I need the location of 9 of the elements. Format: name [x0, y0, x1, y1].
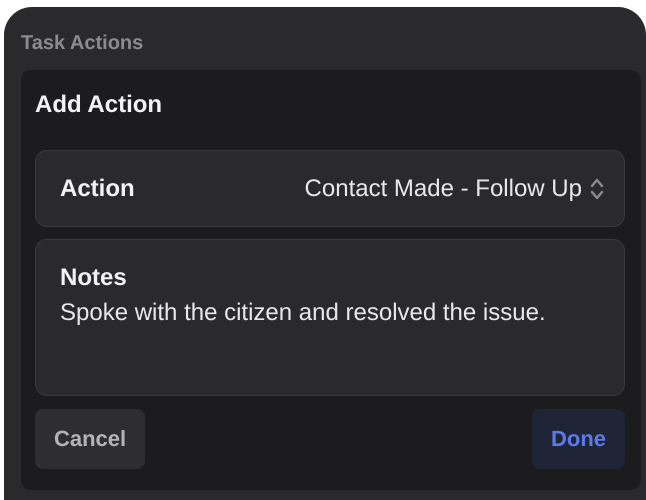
notes-label: Notes — [60, 263, 127, 293]
action-label: Action — [60, 174, 135, 202]
cancel-button[interactable]: Cancel — [35, 409, 146, 469]
dialog-title: Add Action — [35, 90, 162, 120]
notes-field[interactable]: Notes Spoke with the citizen and resolved the issue. — [35, 239, 625, 396]
done-button[interactable]: Done — [532, 409, 625, 469]
notes-text: Spoke with the citizen and resolved the issue. — [60, 298, 547, 328]
action-picker[interactable]: Contact Made - Follow Up — [304, 174, 604, 202]
window-title: Task Actions — [21, 31, 144, 56]
